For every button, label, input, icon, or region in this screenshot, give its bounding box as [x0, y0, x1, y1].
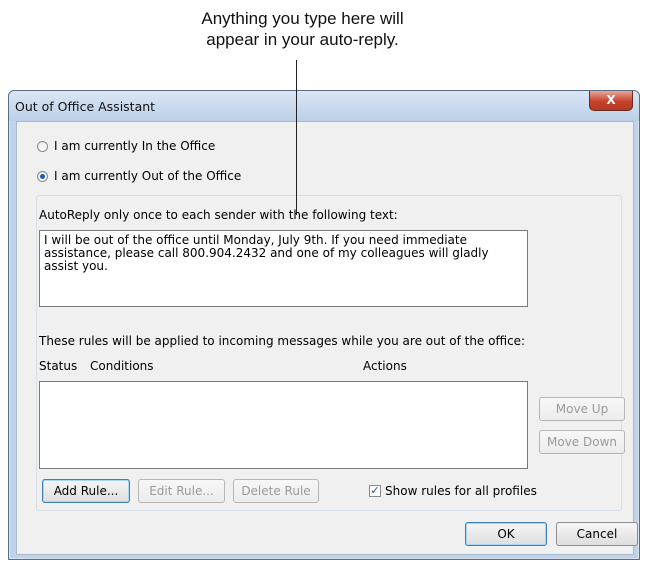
move-up-button[interactable]: Move Up [539, 397, 625, 421]
column-header-status[interactable]: Status [39, 359, 77, 373]
add-rule-button[interactable]: Add Rule... [42, 479, 130, 503]
out-of-office-dialog: Out of Office Assistant X I am currently… [8, 90, 640, 560]
move-down-button[interactable]: Move Down [539, 430, 625, 454]
show-all-profiles-option[interactable]: ✓ Show rules for all profiles [369, 484, 537, 498]
out-office-option[interactable]: I am currently Out of the Office [37, 169, 246, 183]
cancel-button[interactable]: Cancel [556, 522, 638, 546]
ok-button[interactable]: OK [465, 522, 547, 546]
show-all-profiles-label: Show rules for all profiles [385, 484, 537, 498]
edit-rule-button[interactable]: Edit Rule... [138, 479, 225, 503]
callout-line-1: Anything you type here will [201, 9, 404, 28]
autoreply-text-input[interactable]: I will be out of the office until Monday… [39, 230, 528, 307]
rules-list[interactable] [39, 381, 528, 469]
rules-description: These rules will be applied to incoming … [39, 334, 526, 348]
in-office-option[interactable]: I am currently In the Office [37, 139, 215, 153]
callout-pointer-line [296, 60, 297, 215]
callout-annotation: Anything you type here will appear in yo… [160, 8, 445, 50]
close-icon: X [606, 93, 616, 107]
out-office-radio[interactable] [37, 170, 48, 182]
delete-rule-button[interactable]: Delete Rule [233, 479, 319, 503]
in-office-label: I am currently In the Office [54, 139, 216, 153]
autoreply-label: AutoReply only once to each sender with … [39, 208, 398, 222]
checkmark-icon: ✓ [370, 484, 380, 497]
close-button[interactable]: X [589, 91, 633, 111]
in-office-radio[interactable] [37, 140, 48, 152]
window-title: Out of Office Assistant [15, 99, 156, 114]
show-all-profiles-checkbox[interactable]: ✓ [369, 485, 381, 497]
callout-line-2: appear in your auto-reply. [206, 30, 399, 49]
dialog-body: I am currently In the Office I am curren… [16, 121, 638, 555]
column-header-actions[interactable]: Actions [363, 359, 407, 373]
column-header-conditions[interactable]: Conditions [90, 359, 154, 373]
title-bar: Out of Office Assistant X [9, 91, 639, 121]
out-office-label: I am currently Out of the Office [54, 169, 242, 183]
